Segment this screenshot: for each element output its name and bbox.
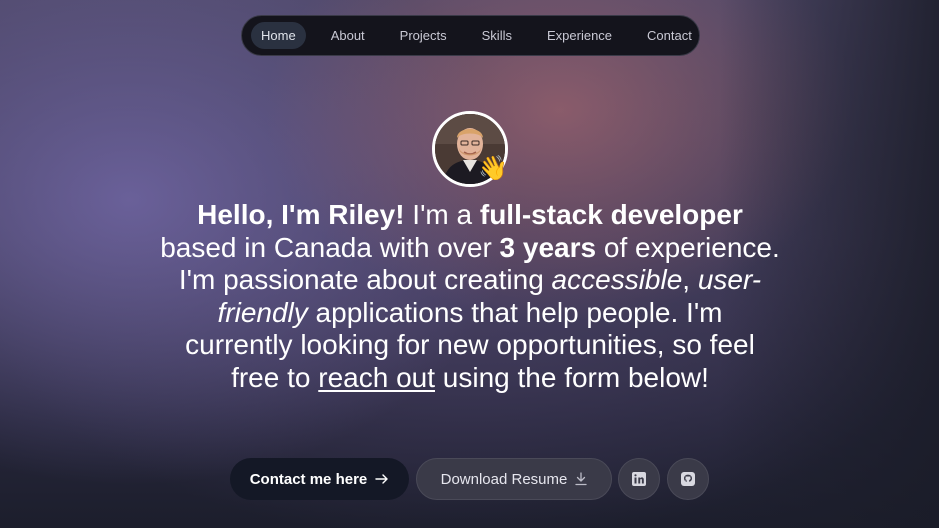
github-button[interactable] (667, 458, 709, 500)
linkedin-button[interactable] (618, 458, 660, 500)
accessible-emphasis: accessible (551, 264, 683, 295)
intro-text: , (682, 264, 698, 295)
intro-paragraph: Hello, I'm Riley! I'm a full-stack devel… (160, 199, 780, 394)
nav-projects[interactable]: Projects (390, 22, 457, 49)
nav-about[interactable]: About (321, 22, 375, 49)
linkedin-icon (631, 471, 647, 487)
reach-out-link[interactable]: reach out (318, 362, 435, 393)
arrow-right-icon (375, 473, 389, 485)
nav-home[interactable]: Home (251, 22, 306, 49)
github-icon (680, 471, 696, 487)
years-highlight: 3 years (499, 231, 597, 263)
nav-contact[interactable]: Contact (637, 22, 702, 49)
download-icon (575, 472, 588, 486)
contact-button-label: Contact me here (249, 470, 368, 488)
greeting: Hello, I'm Riley! (197, 199, 405, 230)
intro-text: using the form below! (435, 361, 709, 393)
nav-skills[interactable]: Skills (472, 22, 522, 49)
intro-text: based in Canada with over (160, 231, 500, 263)
intro-text: I'm a (404, 199, 480, 230)
contact-me-button[interactable]: Contact me here (230, 458, 409, 500)
waving-hand-icon: 👋 (478, 155, 508, 182)
top-navigation: Home About Projects Skills Experience Co… (241, 15, 700, 56)
resume-button-label: Download Resume (440, 470, 568, 488)
role-highlight: full-stack developer (479, 199, 743, 230)
nav-experience[interactable]: Experience (537, 22, 622, 49)
download-resume-button[interactable]: Download Resume (416, 458, 612, 500)
